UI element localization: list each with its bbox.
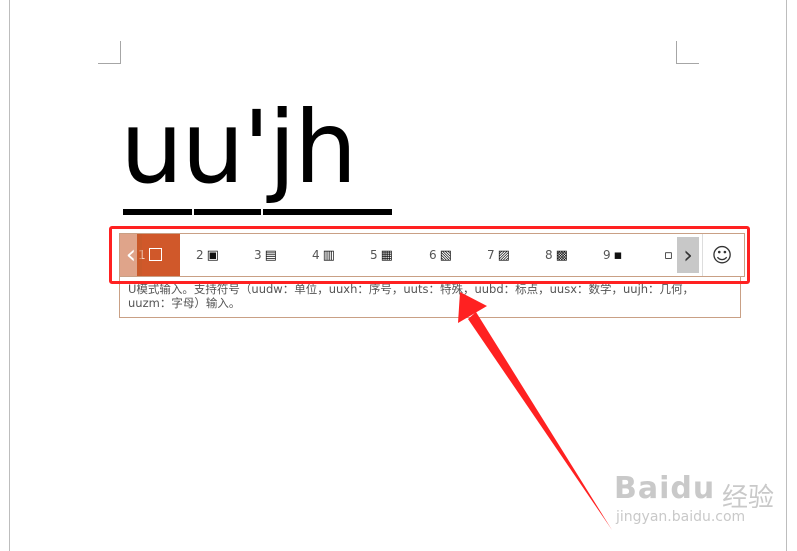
watermark-url: jingyan.baidu.com: [616, 509, 746, 525]
watermark: Baidu 经验 jingyan.baidu.com: [600, 463, 780, 533]
arrow-shaft: [468, 312, 612, 530]
watermark-logo: Baidu: [614, 471, 716, 506]
